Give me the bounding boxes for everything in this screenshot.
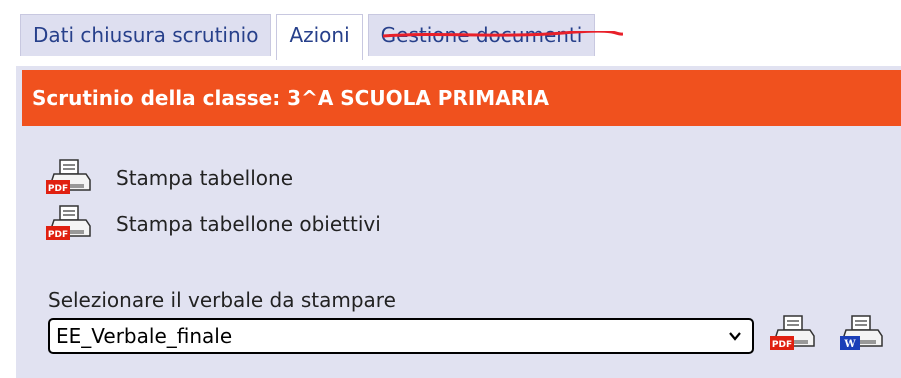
print-verbale-word-button[interactable]: W [836,314,890,354]
verbale-select-value: EE_Verbale_finale [56,324,233,348]
panel-header-title: Scrutinio della classe: 3^A SCUOLA PRIMA… [22,70,901,126]
pdf-printer-icon: PDF [46,159,91,194]
stampa-tabellone-label: Stampa tabellone [116,166,294,190]
pdf-printer-icon: PDF [46,205,91,240]
word-printer-icon: W [840,315,883,350]
stampa-tabellone-obiettivi-link[interactable]: PDF Stampa tabellone obiettivi [44,204,381,244]
stampa-tabellone-link[interactable]: PDF Stampa tabellone [44,158,293,198]
svg-text:PDF: PDF [48,184,68,194]
chevron-down-icon [729,332,741,341]
verbale-select[interactable]: EE_Verbale_finale [48,318,754,354]
stampa-tabellone-obiettivi-label: Stampa tabellone obiettivi [116,212,381,236]
pdf-printer-icon: PDF [770,315,815,350]
tab-gestione-documenti[interactable]: Gestione documenti [367,14,623,56]
tab-bar: Dati chiusura scrutinio Azioni Gestione … [20,14,623,60]
word-badge: W [843,339,856,350]
tab-dati-chiusura-scrutinio[interactable]: Dati chiusura scrutinio [20,14,272,56]
tab-gestione-documenti-label: Gestione documenti [380,23,583,47]
svg-text:PDF: PDF [48,230,68,240]
verbale-select-label: Selezionare il verbale da stampare [48,288,396,312]
print-verbale-pdf-button[interactable]: PDF [768,314,822,354]
actions-panel: Scrutinio della classe: 3^A SCUOLA PRIMA… [16,66,901,378]
pdf-badge: PDF [772,340,792,350]
tab-azioni[interactable]: Azioni [276,14,363,60]
